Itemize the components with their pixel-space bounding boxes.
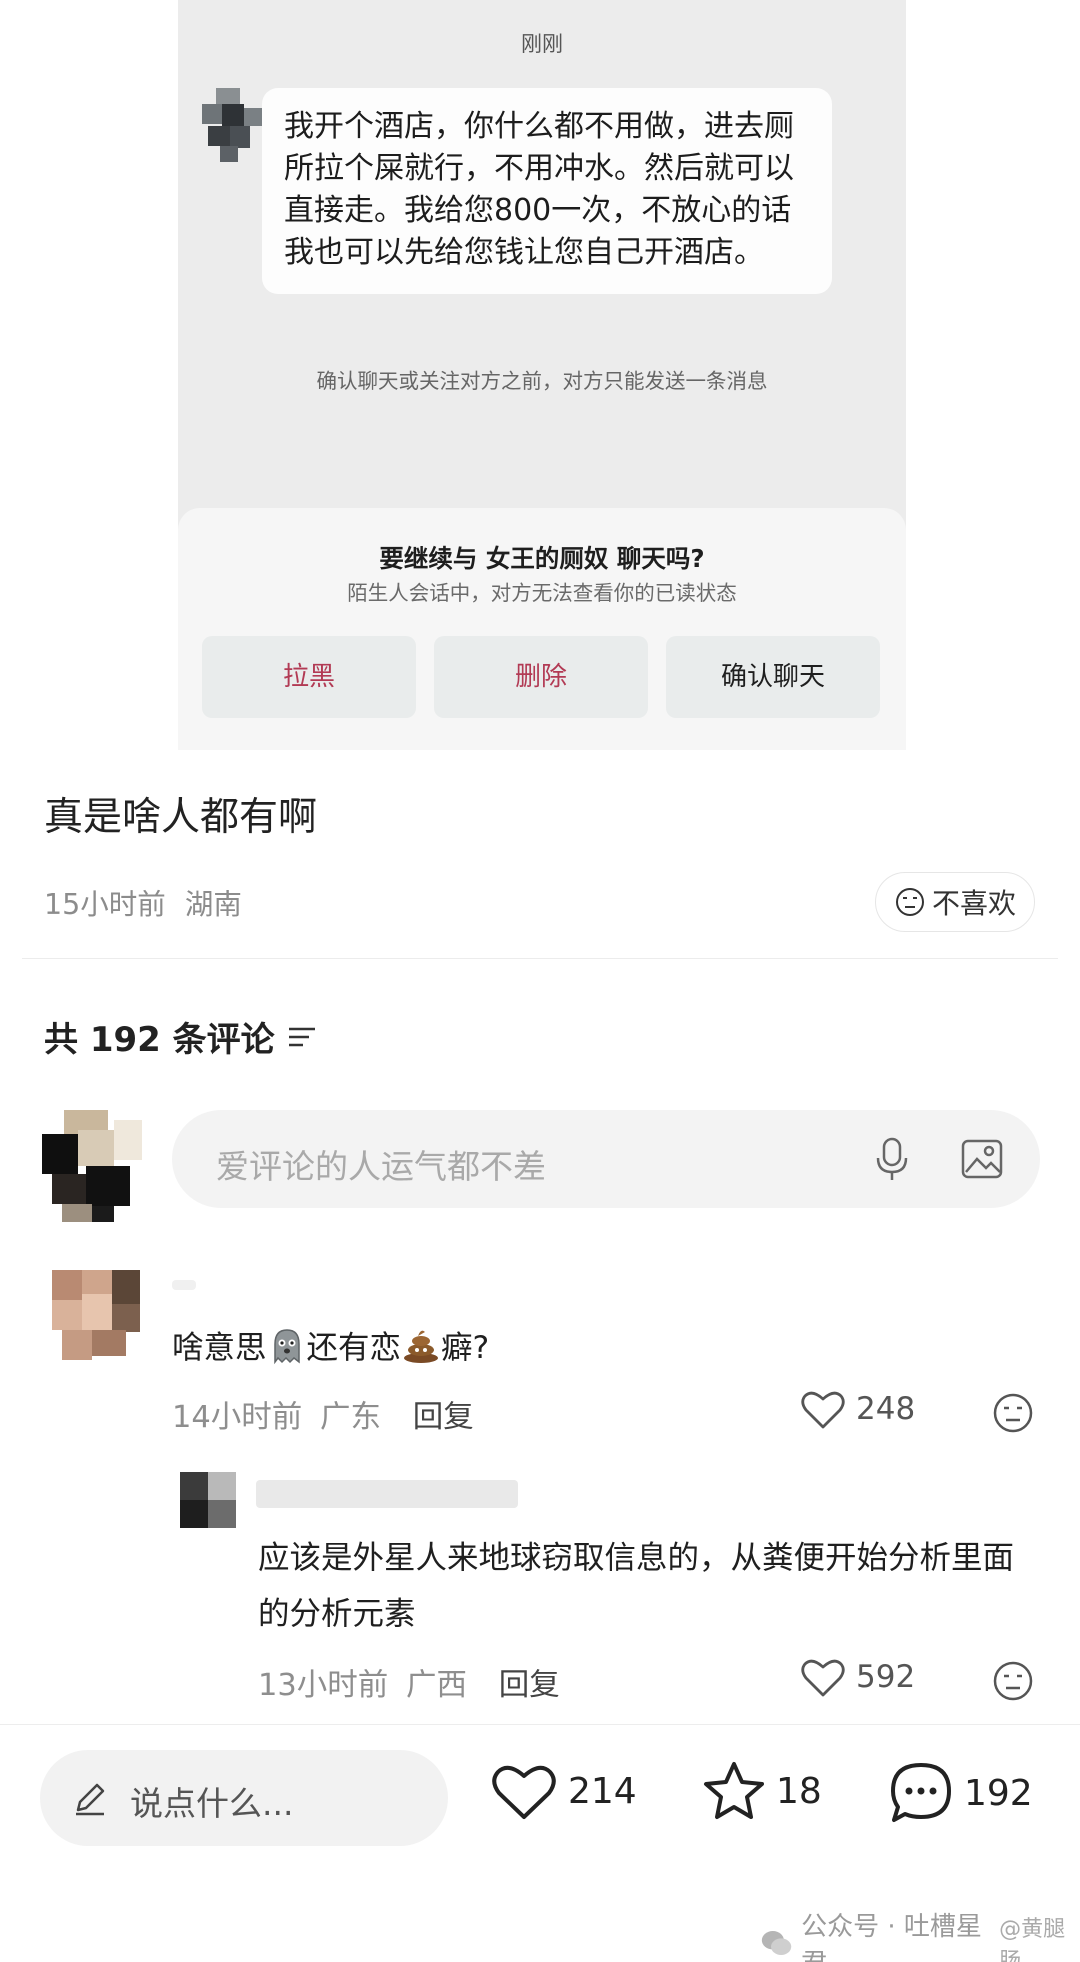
microphone-icon[interactable]	[872, 1136, 912, 1182]
sort-icon[interactable]	[287, 1024, 317, 1050]
reply-location: 广西	[406, 1668, 468, 1703]
comment-input-placeholder: 爱评论的人运气都不差	[216, 1147, 546, 1186]
reply-like-button[interactable]: 592	[800, 1656, 915, 1698]
post-like-button[interactable]: 214	[490, 1760, 637, 1822]
continue-chat-dialog: 要继续与 女王的厕奴 聊天吗? 陌生人会话中，对方无法查看你的已读状态 拉黑 删…	[178, 508, 906, 750]
dislike-face-icon[interactable]	[992, 1660, 1034, 1702]
pencil-icon	[76, 1783, 105, 1816]
post-meta: 15小时前 湖南	[44, 882, 242, 923]
reply-text: 应该是外星人来地球窃取信息的，从粪便开始分析里面的分析元素	[258, 1540, 1015, 1632]
dislike-label: 不喜欢	[931, 887, 1016, 920]
sender-avatar	[198, 88, 266, 162]
heart-icon	[801, 1659, 845, 1697]
reply-meta: 13小时前 广西 回复	[258, 1660, 560, 1704]
reply-username-blurred	[256, 1480, 518, 1508]
poop-emoji-icon	[404, 1330, 439, 1363]
image-icon[interactable]	[960, 1138, 1004, 1180]
post-location: 湖南	[184, 888, 242, 921]
chat-screenshot-image: 刚刚 我开个酒店，你什么都不用做，进去厕所拉个屎就行，不用冲水。然后就可以直接走…	[178, 0, 906, 750]
like-count: 592	[856, 1659, 916, 1695]
say-something-placeholder: 说点什么...	[130, 1784, 294, 1823]
favorite-button[interactable]: 18	[702, 1760, 822, 1822]
message-bubble: 我开个酒店，你什么都不用做，进去厕所拉个屎就行，不用冲水。然后就可以直接走。我给…	[262, 88, 832, 294]
comment-total-count: 192	[964, 1772, 1033, 1814]
comment-input[interactable]: 爱评论的人运气都不差	[172, 1110, 1040, 1208]
comment-avatar[interactable]	[52, 1270, 140, 1360]
delete-button[interactable]: 删除	[434, 636, 648, 718]
user-avatar	[42, 1110, 146, 1222]
star-icon	[704, 1762, 764, 1819]
comment-username-blurred	[172, 1280, 196, 1290]
stranger-message-notice: 确认聊天或关注对方之前，对方只能发送一条消息	[316, 369, 768, 393]
reply-avatar[interactable]	[180, 1472, 236, 1528]
favorite-count: 18	[776, 1770, 822, 1812]
divider	[22, 958, 1058, 959]
comment-button[interactable]: 192	[888, 1760, 1033, 1826]
say-something-input[interactable]: 说点什么...	[40, 1750, 448, 1846]
post-text: 真是啥人都有啊	[44, 795, 318, 840]
comment-meta: 14小时前 广东 回复	[172, 1392, 474, 1436]
dislike-button[interactable]: 不喜欢	[875, 872, 1035, 932]
wechat-icon	[761, 1931, 792, 1955]
comment-location: 广东	[320, 1400, 382, 1435]
comment-like-button[interactable]: 248	[800, 1388, 915, 1430]
dialog-title: 要继续与 女王的厕奴 聊天吗?	[379, 544, 705, 573]
message-time-label: 刚刚	[521, 32, 563, 56]
post-time: 15小时前	[44, 888, 166, 921]
meh-face-icon	[895, 888, 924, 916]
dialog-subtitle: 陌生人会话中，对方无法查看你的已读状态	[347, 581, 737, 605]
dislike-face-icon[interactable]	[992, 1392, 1034, 1434]
block-button[interactable]: 拉黑	[202, 636, 416, 718]
ghost-emoji-icon	[273, 1329, 300, 1365]
comment-count-header: 共 192 条评论	[44, 1012, 317, 1061]
like-count: 248	[856, 1391, 916, 1427]
comment-time: 14小时前	[172, 1400, 303, 1435]
heart-icon	[492, 1765, 556, 1819]
reply-button[interactable]: 回复	[413, 1400, 474, 1435]
reply-time: 13小时前	[258, 1668, 389, 1703]
comment-text: 啥意思 还有恋 癖?	[172, 1320, 489, 1376]
watermark-text: 公众号 · 吐槽星君	[801, 1912, 982, 1962]
speech-bubble-icon	[891, 1763, 951, 1822]
watermark-handle: @黄腿肠	[999, 1917, 1066, 1962]
comment-count-label: 共 192 条评论	[44, 1020, 275, 1060]
reply-button[interactable]: 回复	[499, 1668, 560, 1703]
confirm-chat-button[interactable]: 确认聊天	[666, 636, 880, 718]
watermark: 公众号 · 吐槽星君 @黄腿肠	[760, 1906, 1080, 1962]
heart-icon	[801, 1391, 845, 1429]
post-like-count: 214	[568, 1770, 637, 1812]
bottom-bar-divider	[0, 1724, 1080, 1725]
